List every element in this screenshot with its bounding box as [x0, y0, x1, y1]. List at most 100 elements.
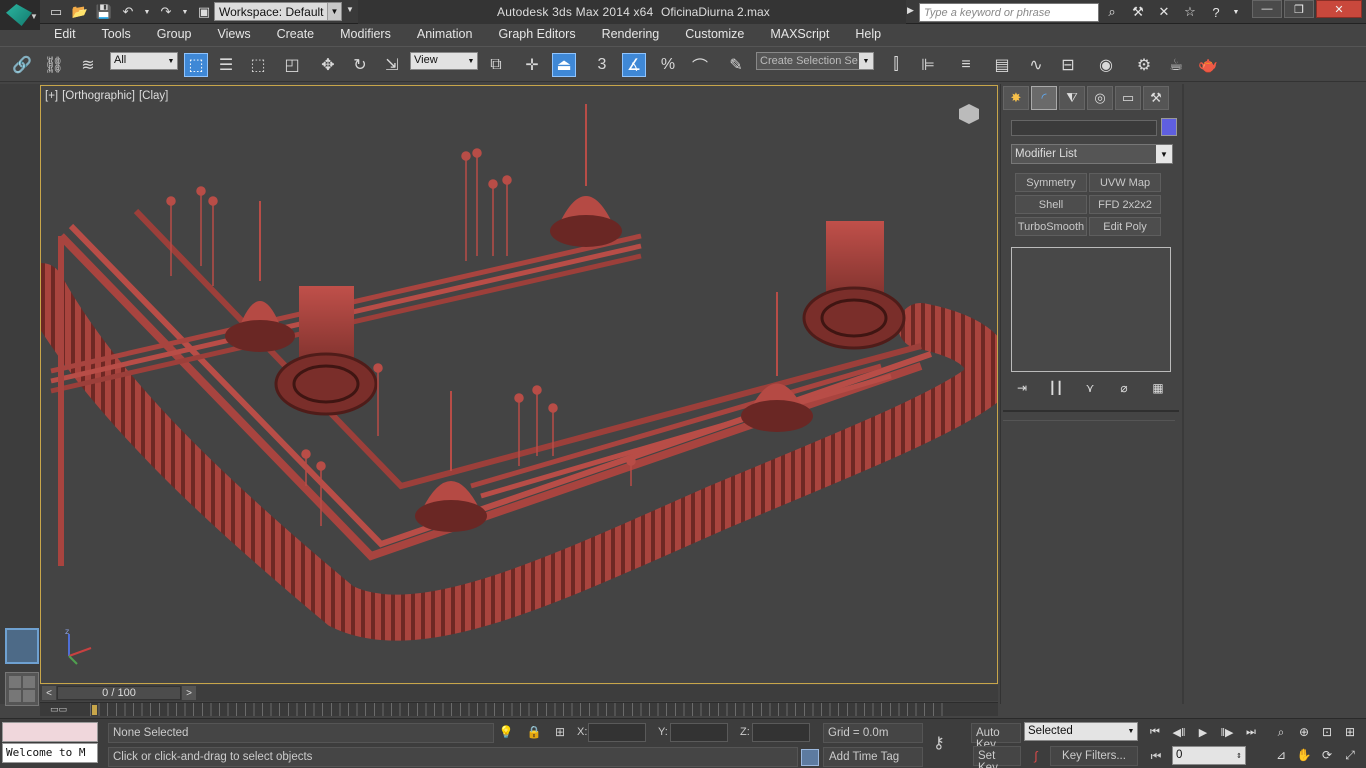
- menu-graph-editors[interactable]: Graph Editors: [484, 25, 587, 45]
- material-editor-icon[interactable]: ◉: [1094, 53, 1118, 77]
- track-bar[interactable]: [40, 702, 998, 716]
- tools-x-icon[interactable]: ✕: [1154, 3, 1174, 21]
- edit-named-selection-icon[interactable]: ✎: [724, 53, 748, 77]
- make-unique-icon[interactable]: ⋎: [1081, 380, 1099, 396]
- set-key-button[interactable]: Set Key: [973, 746, 1021, 768]
- absolute-relative-toggle-icon[interactable]: ⊞: [552, 724, 568, 740]
- menu-help[interactable]: Help: [841, 25, 893, 45]
- app-menu-button[interactable]: ▼: [0, 0, 40, 30]
- edit-poly-button[interactable]: Edit Poly: [1089, 217, 1161, 236]
- redo-dropdown-icon[interactable]: ▼: [180, 3, 190, 21]
- layer-manager-icon[interactable]: ≡: [954, 53, 978, 77]
- select-rotate-icon[interactable]: ↻: [348, 53, 372, 77]
- new-file-icon[interactable]: ▭: [46, 3, 66, 21]
- menu-customize[interactable]: Customize: [671, 25, 756, 45]
- favorites-star-icon[interactable]: ☆: [1180, 3, 1200, 21]
- ffd-button[interactable]: FFD 2x2x2: [1089, 195, 1161, 214]
- pivot-center-icon[interactable]: ⧉: [484, 53, 508, 77]
- menu-rendering[interactable]: Rendering: [588, 25, 672, 45]
- project-folder-icon[interactable]: ▣: [194, 3, 214, 21]
- key-mode-toggle-icon[interactable]: ⏮: [1148, 748, 1164, 764]
- open-file-icon[interactable]: 📂: [70, 3, 90, 21]
- help-dropdown-icon[interactable]: ▼: [1232, 3, 1240, 21]
- create-tab-icon[interactable]: ✸: [1003, 86, 1029, 110]
- viewport-point-of-view-menu[interactable]: [Orthographic]: [62, 90, 135, 102]
- workspace-dropdown[interactable]: Workspace: Default ▼: [214, 2, 342, 21]
- menu-create[interactable]: Create: [263, 25, 327, 45]
- play-icon[interactable]: ▶: [1194, 724, 1212, 740]
- zoom-all-icon[interactable]: ⊕: [1295, 723, 1313, 741]
- undo-icon[interactable]: ↶: [118, 3, 138, 21]
- isolate-selection-icon[interactable]: 💡: [498, 724, 514, 740]
- select-scale-icon[interactable]: ⇲: [380, 53, 404, 77]
- selection-filter-select[interactable]: All ▼: [110, 52, 178, 70]
- rendered-frame-window-icon[interactable]: ☕: [1164, 53, 1188, 77]
- menu-tools[interactable]: Tools: [88, 25, 143, 45]
- orbit-icon[interactable]: ⟳: [1318, 746, 1336, 764]
- binoculars-icon[interactable]: ⌕: [1102, 3, 1122, 21]
- z-coordinate-input[interactable]: [752, 723, 810, 742]
- search-expand-icon[interactable]: ▶: [907, 5, 914, 16]
- open-mini-curve-editor-icon[interactable]: ▭▭: [50, 704, 70, 716]
- menu-maxscript[interactable]: MAXScript: [756, 25, 841, 45]
- help-icon[interactable]: ?: [1206, 3, 1226, 21]
- time-slider-next-icon[interactable]: >: [182, 686, 196, 700]
- auto-key-button[interactable]: Auto Key: [971, 723, 1021, 751]
- time-tag-icon[interactable]: [801, 749, 819, 766]
- go-to-start-icon[interactable]: ⏮: [1146, 724, 1164, 740]
- angle-snap-icon[interactable]: ∡: [622, 53, 646, 77]
- select-move-icon[interactable]: ✥: [316, 53, 340, 77]
- schematic-view-icon[interactable]: ⊟: [1056, 53, 1080, 77]
- show-end-result-icon[interactable]: ┃┃: [1047, 380, 1065, 396]
- viewport-label[interactable]: [+] [Orthographic] [Clay]: [45, 90, 172, 102]
- time-slider[interactable]: 0 / 100: [57, 686, 181, 700]
- modifier-stack-list[interactable]: [1011, 247, 1171, 372]
- menu-modifiers[interactable]: Modifiers: [326, 25, 403, 45]
- keyboard-shortcut-override-icon[interactable]: ⏏: [552, 53, 576, 77]
- unlink-icon[interactable]: ⛓: [42, 53, 66, 77]
- key-filters-button[interactable]: Key Filters...: [1050, 746, 1138, 766]
- time-slider-prev-icon[interactable]: <: [42, 686, 56, 700]
- go-to-end-icon[interactable]: ⏭: [1242, 724, 1260, 740]
- remove-modifier-icon[interactable]: ⌀: [1115, 380, 1133, 396]
- select-object-icon[interactable]: ⬚: [184, 53, 208, 77]
- redo-icon[interactable]: ↷: [156, 3, 176, 21]
- next-frame-icon[interactable]: ‖▶: [1218, 724, 1236, 740]
- hierarchy-tab-icon[interactable]: ⧨: [1059, 86, 1085, 110]
- link-icon[interactable]: 🔗: [10, 53, 34, 77]
- configure-modifier-sets-icon[interactable]: ▦: [1149, 380, 1167, 396]
- menu-edit[interactable]: Edit: [40, 25, 88, 45]
- minimize-button[interactable]: —: [1252, 0, 1282, 18]
- maxscript-listener-output[interactable]: [2, 722, 98, 742]
- search-input[interactable]: Type a keyword or phrase: [919, 3, 1099, 22]
- align-icon[interactable]: ⊫: [916, 53, 940, 77]
- shell-button[interactable]: Shell: [1015, 195, 1087, 214]
- set-keys-key-icon[interactable]: ⚷: [933, 733, 963, 753]
- customize-qa-icon[interactable]: ▼: [346, 5, 354, 14]
- modify-tab-icon[interactable]: ◜: [1031, 86, 1057, 110]
- pin-stack-icon[interactable]: ⇥: [1013, 380, 1031, 396]
- percent-snap-icon[interactable]: %: [656, 53, 680, 77]
- select-manipulate-icon[interactable]: ✛: [520, 53, 544, 77]
- named-selection-set-input[interactable]: Create Selection Se ▼: [756, 52, 874, 70]
- viewport-layout-quad[interactable]: [5, 672, 39, 706]
- x-coordinate-input[interactable]: [588, 723, 646, 742]
- zoom-extents-all-icon[interactable]: ⊞: [1341, 723, 1359, 741]
- snaps-toggle-icon[interactable]: 3: [590, 53, 614, 77]
- maximize-viewport-icon[interactable]: ⤢: [1341, 746, 1359, 764]
- object-name-field[interactable]: [1011, 120, 1157, 136]
- key-tools-icon[interactable]: ⚒: [1128, 3, 1148, 21]
- current-frame-input[interactable]: 0 ⇕: [1172, 746, 1246, 765]
- close-button[interactable]: ✕: [1316, 0, 1362, 18]
- motion-tab-icon[interactable]: ◎: [1087, 86, 1113, 110]
- turbosmooth-button[interactable]: TurboSmooth: [1015, 217, 1087, 236]
- zoom-icon[interactable]: ⌕: [1272, 723, 1290, 741]
- key-mode-select[interactable]: Selected ▼: [1024, 722, 1138, 741]
- viewport-shading-menu[interactable]: [Clay]: [139, 90, 168, 102]
- object-color-swatch[interactable]: [1161, 118, 1177, 136]
- viewport-general-menu[interactable]: [+]: [45, 90, 58, 102]
- curve-editor-icon[interactable]: ∿: [1024, 53, 1048, 77]
- window-crossing-icon[interactable]: ◰: [280, 53, 304, 77]
- render-setup-icon[interactable]: ⚙: [1132, 53, 1156, 77]
- reference-coordinate-select[interactable]: View ▼: [410, 52, 478, 70]
